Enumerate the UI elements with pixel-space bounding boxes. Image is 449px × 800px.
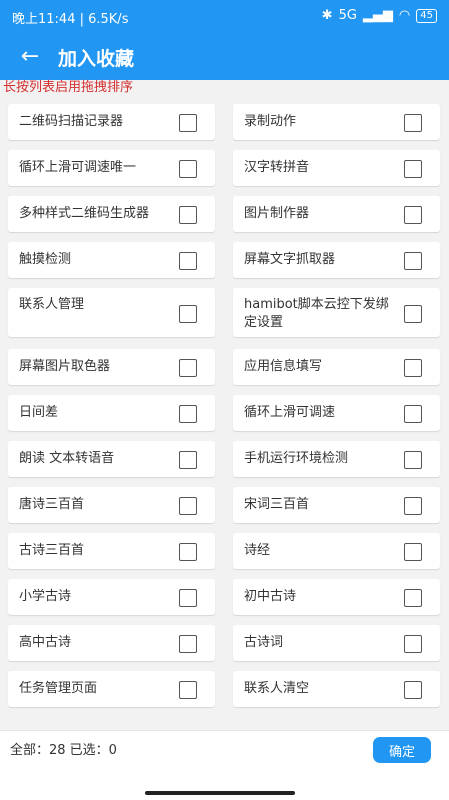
app-bar: ← 加入收藏 (0, 34, 449, 80)
list-item-checkbox[interactable] (404, 451, 422, 469)
list-item-label: 日间差 (19, 405, 59, 420)
list-item-checkbox[interactable] (179, 114, 197, 132)
back-arrow-icon[interactable]: ← (18, 45, 42, 69)
bluetooth-icon: ✱ (321, 8, 333, 23)
list-item-label: 图片制作器 (244, 206, 310, 221)
list-item[interactable]: 手机运行环境检测 (233, 441, 440, 477)
list-item-checkbox[interactable] (179, 681, 197, 699)
list-item[interactable]: 录制动作 (233, 104, 440, 140)
home-indicator (145, 791, 295, 795)
list-item-label: 触摸检测 (19, 252, 72, 267)
header: 晚上11:44 | 6.5K/s ✱ 5G ▂▄▆ ◠ 45 ← 加入收藏 (0, 0, 449, 80)
list-item-label: 诗经 (244, 543, 271, 558)
list-item-checkbox[interactable] (404, 681, 422, 699)
list-item-checkbox[interactable] (179, 635, 197, 653)
list-item-checkbox[interactable] (404, 589, 422, 607)
list-item-checkbox[interactable] (179, 451, 197, 469)
list-item-label: 联系人清空 (244, 681, 310, 696)
list-item-checkbox[interactable] (179, 252, 197, 270)
wifi-icon: ◠ (398, 8, 411, 23)
list-item-label: 手机运行环境检测 (244, 451, 349, 466)
list-item-label: 屏幕图片取色器 (19, 359, 111, 374)
status-icons: ✱ 5G ▂▄▆ ◠ 45 (322, 8, 437, 23)
selection-summary: 全部：28 已选：0 (10, 743, 117, 758)
list-item[interactable]: 多种样式二维码生成器 (8, 196, 215, 232)
list-item[interactable]: 古诗三百首 (8, 533, 215, 569)
list-item[interactable]: 屏幕图片取色器 (8, 349, 215, 385)
list-item-checkbox[interactable] (179, 497, 197, 515)
list-item[interactable]: 唐诗三百首 (8, 487, 215, 523)
list-item-label: 小学古诗 (19, 589, 72, 604)
list-item[interactable]: 任务管理页面 (8, 671, 215, 707)
list-item-label: 古诗三百首 (19, 543, 85, 558)
list-item-checkbox[interactable] (404, 635, 422, 653)
list-item-label: 联系人管理 (19, 297, 85, 312)
list-item-label: 汉字转拼音 (244, 160, 310, 175)
drag-sort-hint: 长按列表启用拖拽排序 (3, 80, 134, 95)
list-item-checkbox[interactable] (404, 359, 422, 377)
list-item-checkbox[interactable] (179, 589, 197, 607)
list-item-label: 循环上滑可调速 (244, 405, 336, 420)
list-item-label: 应用信息填写 (244, 359, 323, 374)
list-item[interactable]: 二维码扫描记录器 (8, 104, 215, 140)
status-bar: 晚上11:44 | 6.5K/s ✱ 5G ▂▄▆ ◠ 45 (0, 0, 449, 34)
list-item-checkbox[interactable] (179, 405, 197, 423)
list-item[interactable]: 汉字转拼音 (233, 150, 440, 186)
list-item[interactable]: 诗经 (233, 533, 440, 569)
status-time: 晚上11:44 | 6.5K/s (12, 12, 129, 27)
list-item[interactable]: 日间差 (8, 395, 215, 431)
list-item[interactable]: 联系人管理 (8, 288, 215, 337)
list-item-checkbox[interactable] (179, 543, 197, 561)
list-item-checkbox[interactable] (404, 114, 422, 132)
list-item-label: 二维码扫描记录器 (19, 114, 124, 129)
favorites-list[interactable]: 二维码扫描记录器 录制动作循环上滑可调速唯一 汉字转拼音多种样式二维码生成器 图片制作… (0, 100, 449, 730)
list-item-checkbox[interactable] (179, 160, 197, 178)
confirm-button[interactable]: 确定 (373, 737, 431, 763)
signal-icon: ▂▄▆ (362, 8, 393, 23)
list-item-checkbox[interactable] (404, 405, 422, 423)
list-item-checkbox[interactable] (404, 304, 422, 323)
list-item-checkbox[interactable] (179, 206, 197, 224)
list-item-label: 多种样式二维码生成器 (19, 206, 150, 221)
page-title: 加入收藏 (58, 47, 135, 70)
list-item[interactable]: 触摸检测 (8, 242, 215, 278)
list-item[interactable]: 屏幕文字抓取器 (233, 242, 440, 278)
list-item-checkbox[interactable] (404, 497, 422, 515)
list-item-checkbox[interactable] (179, 359, 197, 377)
list-item-checkbox[interactable] (404, 252, 422, 270)
footer-bar: 全部：28 已选：0 确定 (0, 730, 449, 800)
list-item-label: 宋词三百首 (244, 497, 310, 512)
list-item[interactable]: 宋词三百首 (233, 487, 440, 523)
list-item-label: 唐诗三百首 (19, 497, 85, 512)
list-item[interactable]: 朗读 文本转语音 (8, 441, 215, 477)
list-item-checkbox[interactable] (404, 206, 422, 224)
list-item-checkbox[interactable] (179, 304, 197, 323)
network-label: 5G (338, 8, 357, 23)
list-item-label: 朗读 文本转语音 (19, 451, 115, 466)
list-item[interactable]: hamibot脚本云控下发绑定设置 (233, 288, 440, 337)
battery-icon: 45 (416, 8, 437, 23)
list-item-label: 高中古诗 (19, 635, 72, 650)
list-item[interactable]: 循环上滑可调速唯一 (8, 150, 215, 186)
list-item-label: 古诗词 (244, 635, 284, 650)
list-item-label: 屏幕文字抓取器 (244, 252, 336, 267)
list-item-label: 录制动作 (244, 114, 297, 129)
list-item[interactable]: 循环上滑可调速 (233, 395, 440, 431)
list-item[interactable]: 古诗词 (233, 625, 440, 661)
list-item[interactable]: 联系人清空 (233, 671, 440, 707)
list-item-label: 循环上滑可调速唯一 (19, 160, 137, 175)
list-item[interactable]: 应用信息填写 (233, 349, 440, 385)
list-item-label: hamibot脚本云控下发绑定设置 (244, 297, 389, 330)
list-item[interactable]: 小学古诗 (8, 579, 215, 615)
list-item-checkbox[interactable] (404, 543, 422, 561)
list-item-label: 任务管理页面 (19, 681, 98, 696)
list-item[interactable]: 高中古诗 (8, 625, 215, 661)
list-item[interactable]: 图片制作器 (233, 196, 440, 232)
list-item-label: 初中古诗 (244, 589, 297, 604)
list-item-checkbox[interactable] (404, 160, 422, 178)
list-item[interactable]: 初中古诗 (233, 579, 440, 615)
